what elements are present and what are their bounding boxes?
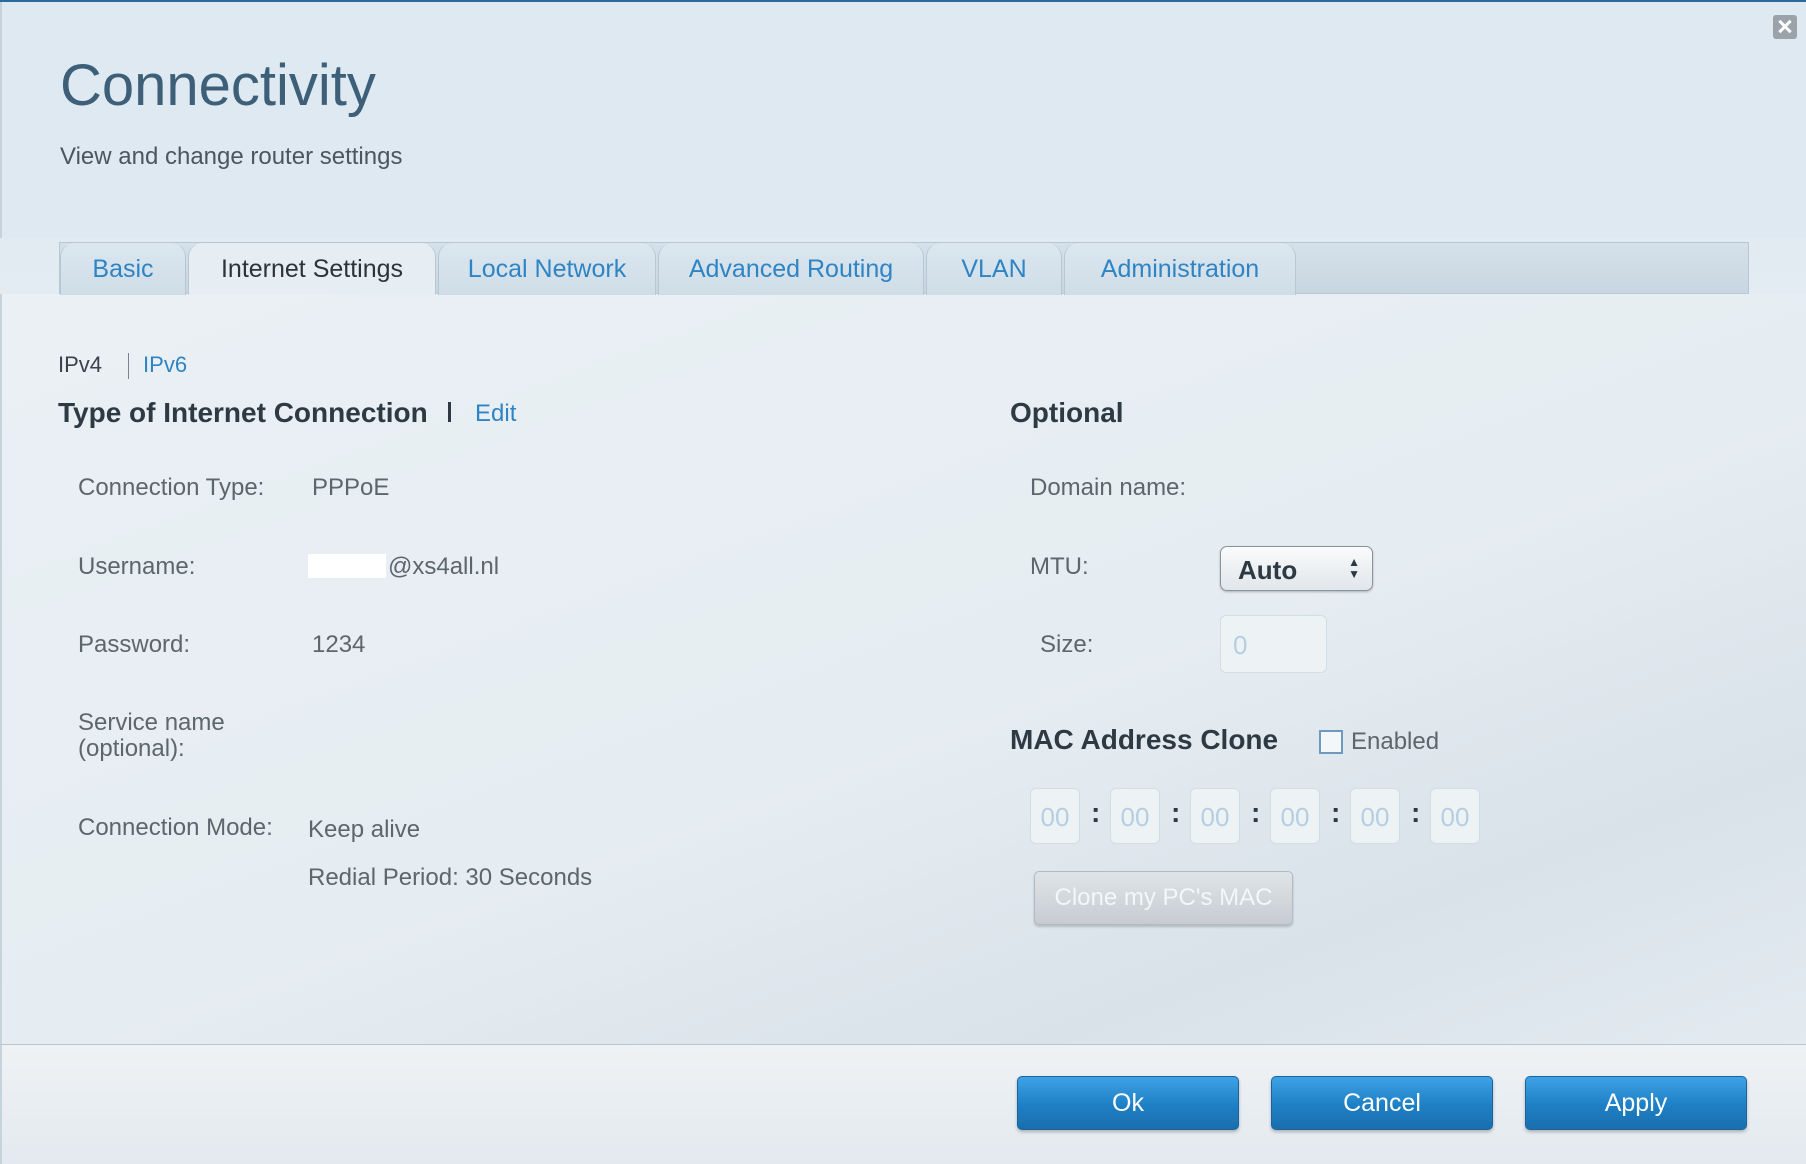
connection-heading: Type of Internet Connection xyxy=(58,397,428,428)
tab-local-network[interactable]: Local Network xyxy=(438,243,656,295)
optional-heading: Optional xyxy=(1010,397,1124,428)
mac-octet-input[interactable]: 00 xyxy=(1430,788,1480,844)
mac-separator: : xyxy=(1091,797,1101,828)
connection-mode-label: Connection Mode: xyxy=(78,814,273,841)
tab-bar: Basic Internet Settings Local Network Ad… xyxy=(59,242,1749,295)
username-label: Username: xyxy=(78,553,196,580)
close-icon[interactable] xyxy=(1773,15,1797,39)
divider xyxy=(128,353,130,380)
mtu-selected-value: Auto xyxy=(1238,555,1298,585)
size-label: Size: xyxy=(1040,631,1094,658)
connectivity-dialog: Connectivity View and change router sett… xyxy=(0,0,1806,1164)
clone-mac-button[interactable]: Clone my PC's MAC xyxy=(1034,871,1293,925)
updown-arrows-icon: ▲ ▼ xyxy=(1348,555,1360,581)
tab-internet-settings[interactable]: Internet Settings xyxy=(188,243,436,295)
tab-vlan[interactable]: VLAN xyxy=(926,243,1062,295)
mac-octet-input[interactable]: 00 xyxy=(1190,788,1240,844)
apply-button[interactable]: Apply xyxy=(1525,1076,1747,1130)
protocol-tabs: IPv4 IPv6 xyxy=(58,352,187,380)
redial-period-value: Redial Period: 30 Seconds xyxy=(308,864,593,891)
dialog-header: Connectivity View and change router sett… xyxy=(0,2,1806,238)
service-name-label-optional: (optional): xyxy=(78,735,185,762)
mac-octet-input[interactable]: 00 xyxy=(1110,788,1160,844)
mac-separator: : xyxy=(1251,797,1261,828)
size-input[interactable]: 0 xyxy=(1220,615,1327,673)
edit-link[interactable]: Edit xyxy=(475,400,516,428)
ipv6-tab[interactable]: IPv6 xyxy=(143,352,187,377)
divider xyxy=(448,402,451,422)
tab-basic[interactable]: Basic xyxy=(60,243,186,295)
mtu-select[interactable]: Auto ▲ ▼ xyxy=(1220,546,1373,591)
connection-type-value: PPPoE xyxy=(312,474,390,501)
password-label: Password: xyxy=(78,631,191,658)
mac-octet-input[interactable]: 00 xyxy=(1350,788,1400,844)
page-subtitle: View and change router settings xyxy=(60,143,403,170)
connection-type-label: Connection Type: xyxy=(78,474,265,501)
mac-separator: : xyxy=(1331,797,1341,828)
mac-octet-input[interactable]: 00 xyxy=(1270,788,1320,844)
mac-octet-input[interactable]: 00 xyxy=(1030,788,1080,844)
mac-separator: : xyxy=(1171,797,1181,828)
domain-name-label: Domain name: xyxy=(1030,474,1187,501)
mac-clone-heading: MAC Address Clone xyxy=(1010,724,1279,755)
enabled-label: Enabled xyxy=(1351,728,1440,755)
username-value: @xs4all.nl xyxy=(388,553,500,580)
ipv4-tab[interactable]: IPv4 xyxy=(58,352,102,377)
mac-clone-enabled-checkbox[interactable] xyxy=(1319,730,1343,754)
tab-administration[interactable]: Administration xyxy=(1064,243,1296,295)
mtu-label: MTU: xyxy=(1030,553,1089,580)
mac-separator: : xyxy=(1411,797,1421,828)
tab-advanced-routing[interactable]: Advanced Routing xyxy=(658,243,924,295)
ok-button[interactable]: Ok xyxy=(1017,1076,1239,1130)
cancel-button[interactable]: Cancel xyxy=(1271,1076,1493,1130)
password-value: 1234 xyxy=(312,631,366,658)
connection-mode-value: Keep alive xyxy=(308,816,421,843)
page-title: Connectivity xyxy=(60,53,376,118)
redacted-block xyxy=(308,554,386,578)
service-name-label: Service name xyxy=(78,709,225,736)
